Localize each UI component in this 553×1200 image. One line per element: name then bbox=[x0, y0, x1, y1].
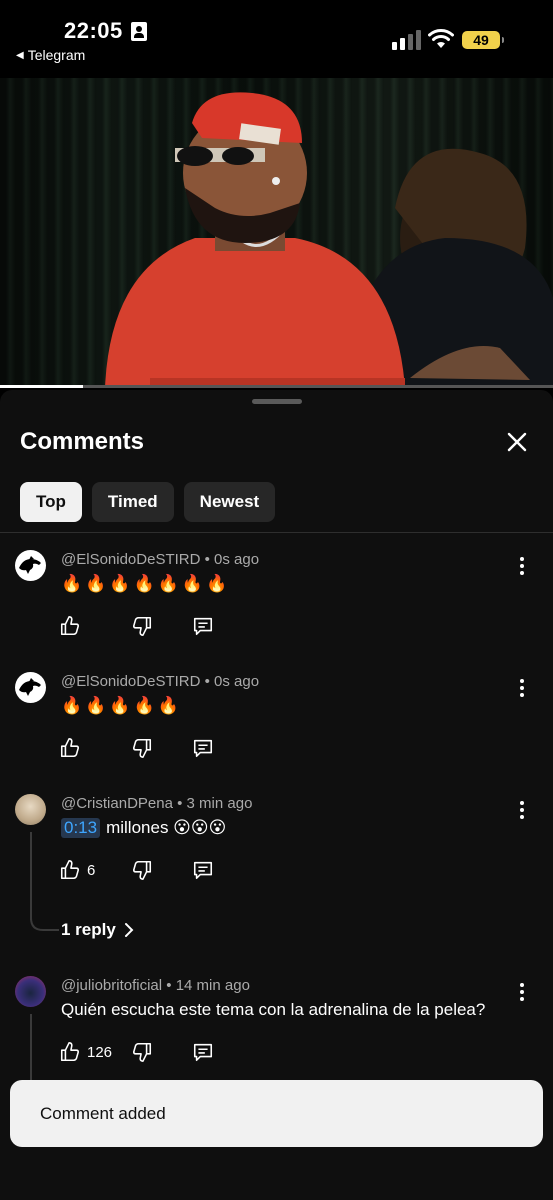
comment-age: 0s ago bbox=[214, 551, 260, 568]
comment-body: millones 😮😮😮 bbox=[106, 818, 227, 837]
more-options-icon[interactable] bbox=[514, 678, 530, 698]
snackbar-message: Comment added bbox=[40, 1103, 166, 1123]
reply-button[interactable] bbox=[192, 615, 214, 637]
video-player[interactable] bbox=[0, 78, 553, 388]
comment-text: 🔥🔥🔥🔥🔥 bbox=[61, 696, 182, 716]
thread-curve bbox=[30, 918, 59, 931]
thumbs-down-icon bbox=[132, 616, 152, 636]
like-button[interactable]: 126 bbox=[59, 1041, 112, 1063]
back-to-telegram-link[interactable]: ◀ Telegram bbox=[16, 47, 85, 63]
snackbar: Comment added bbox=[10, 1080, 543, 1147]
avatar[interactable] bbox=[15, 976, 46, 1007]
comment-age: 3 min ago bbox=[186, 795, 253, 812]
close-icon[interactable] bbox=[505, 430, 529, 454]
avatar[interactable] bbox=[15, 550, 46, 581]
video-progress-bar[interactable] bbox=[0, 385, 553, 388]
thumbs-up-icon bbox=[60, 738, 80, 758]
view-replies-link[interactable]: 1 reply bbox=[61, 920, 134, 940]
more-options-icon[interactable] bbox=[514, 800, 530, 820]
like-button[interactable] bbox=[59, 737, 87, 759]
back-app-label: Telegram bbox=[27, 47, 86, 63]
comment-age: 14 min ago bbox=[175, 977, 250, 994]
back-triangle-icon: ◀ bbox=[16, 49, 24, 61]
sort-tabs: Top Timed Newest bbox=[20, 482, 276, 522]
tab-top[interactable]: Top bbox=[20, 482, 82, 522]
comment-actions bbox=[59, 737, 213, 759]
video-frame bbox=[105, 92, 553, 388]
contact-card-icon bbox=[131, 22, 147, 41]
thread-line bbox=[30, 1014, 32, 1084]
chevron-right-icon bbox=[124, 923, 134, 937]
comment-bubble-icon bbox=[193, 861, 213, 880]
comment-meta: @ElSonidoDeSTIRD • 0s ago bbox=[61, 673, 260, 690]
comment-text: Quién escucha este tema con la adrenalin… bbox=[61, 1000, 485, 1020]
video-progress-fill bbox=[0, 385, 83, 388]
thread-line bbox=[30, 832, 32, 920]
comment-author[interactable]: @ElSonidoDeSTIRD bbox=[61, 673, 200, 690]
like-count: 6 bbox=[87, 861, 96, 879]
divider bbox=[0, 532, 553, 533]
comment-author[interactable]: @CristianDPena bbox=[61, 795, 173, 812]
comment-bubble-icon bbox=[193, 617, 213, 636]
dislike-button[interactable] bbox=[131, 859, 153, 881]
comment-author[interactable]: @ElSonidoDeSTIRD bbox=[61, 551, 200, 568]
more-options-icon[interactable] bbox=[514, 556, 530, 576]
thumbs-up-icon bbox=[60, 860, 80, 880]
battery-indicator: 49 bbox=[462, 31, 504, 49]
reply-button[interactable] bbox=[192, 737, 214, 759]
tab-timed[interactable]: Timed bbox=[91, 482, 174, 522]
cellular-signal-icon bbox=[392, 30, 421, 50]
thumbs-down-icon bbox=[132, 860, 152, 880]
comment-text: 0:13 millones 😮😮😮 bbox=[61, 818, 226, 838]
comment-author[interactable]: @juliobritoficial bbox=[61, 977, 162, 994]
sheet-title: Comments bbox=[20, 428, 145, 455]
like-button[interactable] bbox=[59, 615, 87, 637]
comment-actions bbox=[59, 615, 213, 637]
clock: 22:05 bbox=[64, 18, 123, 43]
comment-text: 🔥🔥🔥🔥🔥🔥🔥 bbox=[61, 574, 230, 594]
comment-meta: @juliobritoficial • 14 min ago bbox=[61, 977, 250, 994]
more-options-icon[interactable] bbox=[514, 982, 530, 1002]
battery-level: 49 bbox=[473, 32, 489, 48]
timestamp-link[interactable]: 0:13 bbox=[61, 818, 101, 838]
avatar[interactable] bbox=[15, 672, 46, 703]
reply-button[interactable] bbox=[192, 1041, 214, 1063]
thumbs-down-icon bbox=[132, 1042, 152, 1062]
status-bar: 22:05 ◀ Telegram 49 bbox=[0, 0, 553, 78]
avatar[interactable] bbox=[15, 794, 46, 825]
thumbs-down-icon bbox=[132, 738, 152, 758]
tab-newest[interactable]: Newest bbox=[183, 482, 276, 522]
comment-bubble-icon bbox=[193, 739, 213, 758]
comment-actions: 6 bbox=[59, 859, 213, 881]
comment-body: 🔥🔥🔥🔥🔥 bbox=[61, 696, 182, 715]
drag-handle[interactable] bbox=[252, 399, 302, 404]
reply-button[interactable] bbox=[192, 859, 214, 881]
replies-count: 1 reply bbox=[61, 920, 116, 939]
comment-meta: @ElSonidoDeSTIRD • 0s ago bbox=[61, 551, 260, 568]
dislike-button[interactable] bbox=[131, 1041, 153, 1063]
horse-logo-icon bbox=[19, 678, 41, 696]
dislike-button[interactable] bbox=[131, 737, 153, 759]
dislike-button[interactable] bbox=[131, 615, 153, 637]
comment-body: 🔥🔥🔥🔥🔥🔥🔥 bbox=[61, 574, 231, 593]
comment-body: Quién escucha este tema con la adrenalin… bbox=[61, 1000, 486, 1019]
comments-sheet: Comments Top Timed Newest @ElSonidoDeSTI… bbox=[0, 390, 553, 1200]
comment-meta: @CristianDPena • 3 min ago bbox=[61, 795, 253, 812]
like-button[interactable]: 6 bbox=[59, 859, 95, 881]
horse-logo-icon bbox=[19, 556, 41, 574]
comment-age: 0s ago bbox=[214, 673, 260, 690]
comment-bubble-icon bbox=[193, 1043, 213, 1062]
thumbs-up-icon bbox=[60, 616, 80, 636]
wifi-icon bbox=[428, 29, 454, 48]
thumbs-up-icon bbox=[60, 1042, 80, 1062]
comment-actions: 126 bbox=[59, 1041, 213, 1063]
like-count: 126 bbox=[87, 1043, 113, 1061]
